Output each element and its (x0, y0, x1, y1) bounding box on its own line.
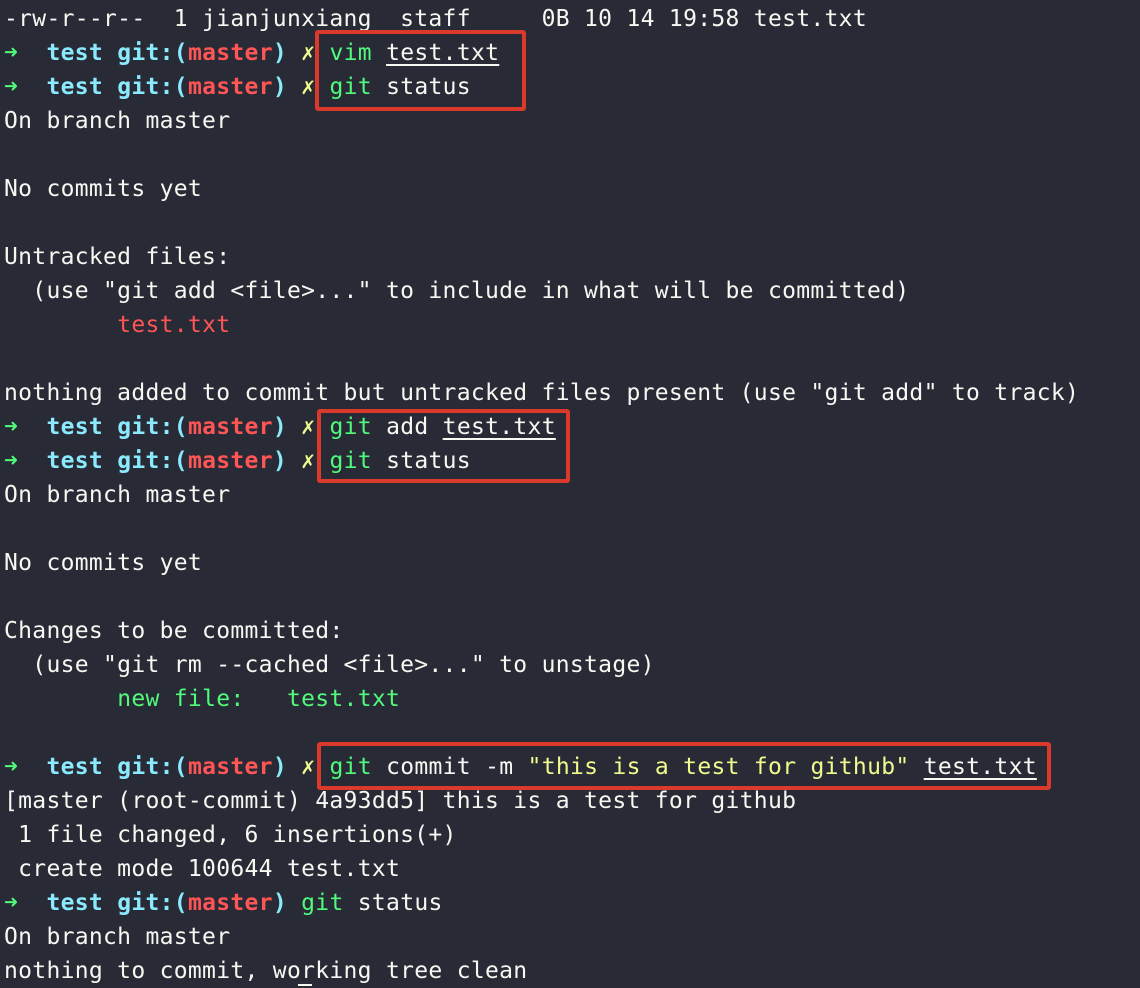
highlight-box-add-status (317, 409, 570, 483)
prompt-git-label: git: (117, 414, 174, 440)
prompt-dir: test (46, 448, 104, 474)
prompt-paren-close: ) (272, 74, 287, 100)
output-line: nothing to commit, working tree clean (4, 958, 528, 984)
output-line: On branch master (4, 108, 231, 134)
highlight-box-vim-status (315, 30, 526, 111)
prompt-branch: master (187, 414, 273, 440)
prompt-line-git-status: ➜ test git:(master) git status (4, 886, 443, 920)
prompt-dirty-icon: ✗ (301, 40, 316, 66)
staged-file-label: new file: (117, 686, 245, 712)
prompt-arrow-icon: ➜ (4, 414, 19, 440)
staged-file-name: test.txt (286, 686, 401, 712)
prompt-git-label: git: (117, 754, 174, 780)
prompt-arrow-icon: ➜ (4, 890, 19, 916)
untracked-file-line: test.txt (4, 308, 230, 342)
prompt-paren-open: ( (173, 754, 188, 780)
prompt-arrow-icon: ➜ (4, 74, 19, 100)
prompt-dirty-icon: ✗ (301, 448, 316, 474)
output-line: (use "git rm --cached <file>..." to unst… (4, 652, 655, 678)
highlight-box-commit (317, 742, 1051, 790)
prompt-paren-close: ) (272, 890, 287, 916)
output-line: 1 file changed, 6 insertions(+) (4, 822, 457, 848)
prompt-branch: master (187, 890, 273, 916)
prompt-git-label: git: (117, 448, 174, 474)
prompt-dirty-icon: ✗ (301, 414, 316, 440)
untracked-file-name: test.txt (117, 312, 231, 338)
cursor-mark (298, 984, 312, 986)
prompt-arrow-icon: ➜ (4, 448, 19, 474)
prompt-git-label: git: (117, 74, 174, 100)
staged-file-line: new file: test.txt (4, 682, 400, 716)
command-args: status (343, 890, 443, 916)
prompt-dir: test (46, 754, 104, 780)
prompt-paren-close: ) (272, 754, 287, 780)
prompt-paren-open: ( (173, 40, 188, 66)
prompt-paren-close: ) (272, 40, 287, 66)
prompt-paren-open: ( (173, 74, 188, 100)
output-line: create mode 100644 test.txt (4, 856, 401, 882)
prompt-branch: master (187, 40, 273, 66)
output-line: On branch master (4, 924, 231, 950)
command-name: git (301, 890, 344, 916)
output-line: Changes to be committed: (4, 618, 344, 644)
prompt-dirty-icon: ✗ (301, 754, 316, 780)
prompt-branch: master (187, 448, 273, 474)
terminal-window[interactable]: -rw-r--r-- 1 jianjunxiang staff 0B 10 14… (0, 0, 1140, 988)
prompt-paren-open: ( (173, 448, 188, 474)
prompt-dir: test (46, 40, 104, 66)
prompt-dirty-icon: ✗ (301, 74, 316, 100)
output-line: Untracked files: (4, 244, 231, 270)
prompt-branch: master (187, 754, 273, 780)
prompt-dir: test (46, 890, 104, 916)
prompt-branch: master (187, 74, 273, 100)
output-line: On branch master (4, 482, 231, 508)
prompt-git-label: git: (117, 40, 174, 66)
output-line: (use "git add <file>..." to include in w… (4, 278, 910, 304)
output-line: nothing added to commit but untracked fi… (4, 380, 1080, 406)
prompt-arrow-icon: ➜ (4, 754, 19, 780)
output-line: No commits yet (4, 550, 203, 576)
prompt-arrow-icon: ➜ (4, 40, 19, 66)
output-line: No commits yet (4, 176, 203, 202)
prompt-paren-close: ) (272, 414, 287, 440)
prompt-paren-close: ) (272, 448, 287, 474)
prompt-dir: test (46, 414, 104, 440)
prompt-paren-open: ( (173, 890, 188, 916)
prompt-paren-open: ( (173, 414, 188, 440)
prompt-dir: test (46, 74, 104, 100)
prompt-git-label: git: (117, 890, 174, 916)
